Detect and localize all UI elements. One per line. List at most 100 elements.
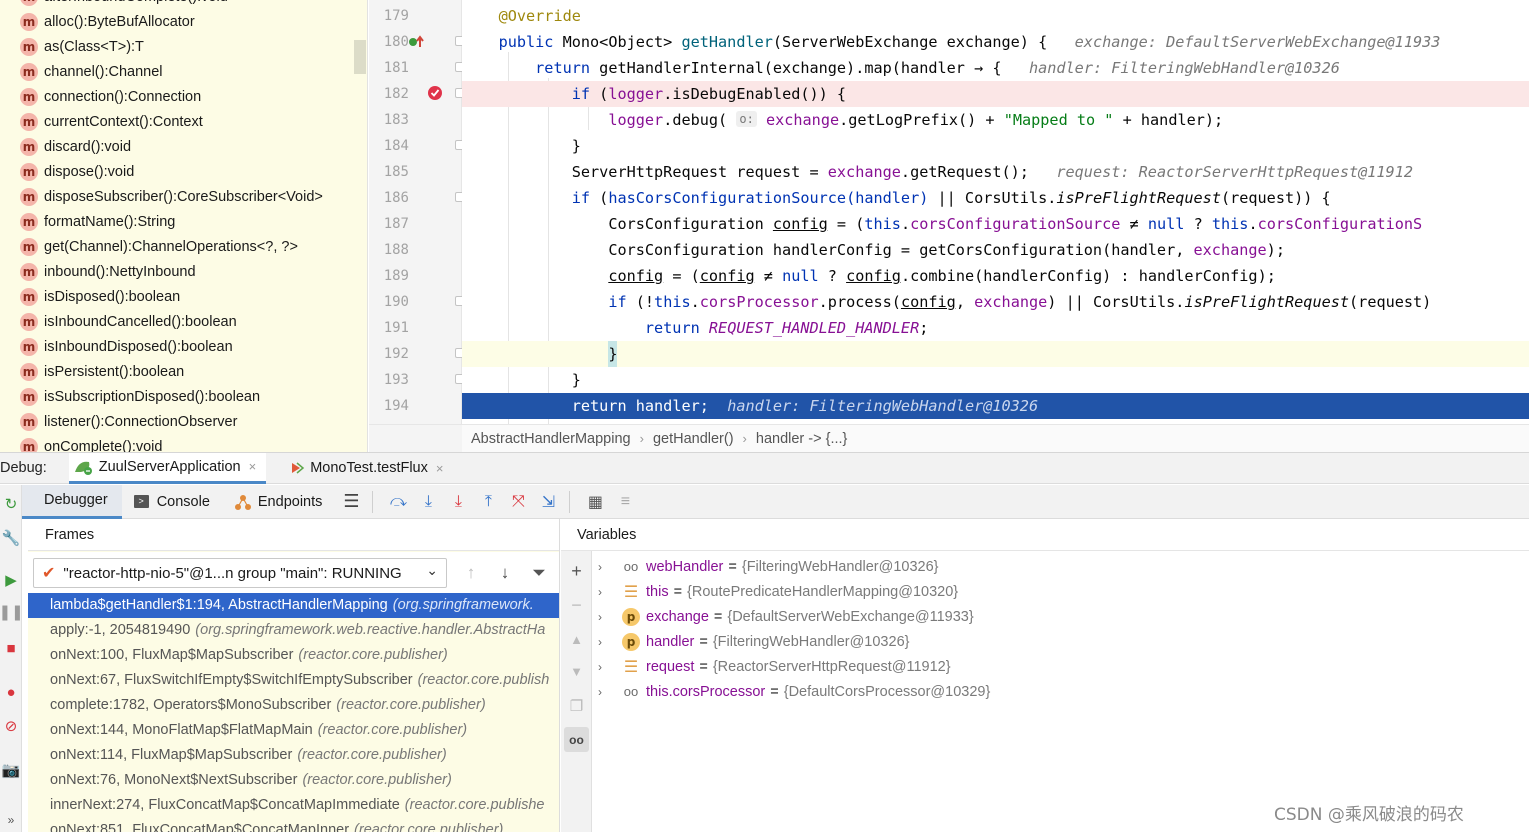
breadcrumb-method[interactable]: getHandler() [653,431,734,447]
equals-sign: = [770,683,779,700]
breadcrumb-class[interactable]: AbstractHandlerMapping [471,431,631,447]
structure-item[interactable]: m formatName():String [0,209,352,234]
run-to-cursor-icon[interactable]: ⇲ [535,489,561,515]
structure-item-label: formatName():String [44,213,176,230]
breakpoint-icon[interactable] [427,85,443,101]
line-number: 183 [383,112,409,128]
variable-row[interactable]: › p exchange = {DefaultServerWebExchange@119… [592,604,974,629]
evaluate-expression-icon[interactable]: ▦ [582,489,608,515]
rerun-icon[interactable]: ↻ [2,495,20,513]
frame-row[interactable]: onNext:144, MonoFlatMap$FlatMapMain (reac… [28,718,559,743]
structure-item[interactable]: m channel():Channel [0,59,352,84]
close-icon[interactable]: × [249,459,257,474]
structure-item[interactable]: m alloc():ByteBufAllocator [0,9,352,34]
chevron-right-icon: › [639,431,644,446]
structure-item[interactable]: m onComplete():void [0,434,352,452]
code-editor[interactable]: @Override public Mono<Object> getHandler… [462,0,1529,424]
tab-endpoints[interactable]: Endpoints [222,485,335,519]
line-number: 189 [383,268,409,284]
editor-gutter[interactable]: 179 180 181 182 183 184 185 186 187 188 … [369,0,465,424]
equals-sign: = [713,608,723,625]
view-breakpoints-icon[interactable]: ● [2,683,20,701]
pause-icon[interactable]: ❚❚ [0,603,24,621]
close-icon[interactable]: × [436,461,444,476]
scrollbar-thumb[interactable] [354,40,366,74]
arrow-down-icon[interactable]: ↓ [494,562,516,584]
duplicate-icon[interactable]: ❐ [564,693,589,718]
frame-row[interactable]: apply:-1, 2054819490 (org.springframework… [28,618,559,643]
frame-row[interactable]: innerNext:274, FluxConcatMap$ConcatMapIm… [28,793,559,818]
tab-console[interactable]: > Console [122,485,222,519]
structure-item[interactable]: m dispose():void [0,159,352,184]
tab-mono-test[interactable]: MonoTest.testFlux × [284,453,453,484]
move-up-icon[interactable]: ▲ [564,627,589,652]
chevron-right-icon[interactable]: › [598,610,612,624]
tab-zuul-server-application[interactable]: ZuulServerApplication × [68,452,267,484]
frame-package: (reactor.core.publish [417,672,550,688]
step-into-icon[interactable]: ⤓ [445,489,471,515]
menu-icon[interactable]: ☰ [338,489,364,515]
structure-item[interactable]: m isSubscriptionDisposed():boolean [0,384,352,409]
structure-item[interactable]: m currentContext():Context [0,109,352,134]
variable-row[interactable]: › oo this.corsProcessor = {DefaultCorsProces… [592,679,990,704]
structure-item[interactable]: m connection():Connection [0,84,352,109]
frame-method: lambda$getHandler$1:194, AbstractHandler… [50,597,388,613]
method-icon: m [20,112,38,131]
stop-icon[interactable]: ■ [2,639,20,657]
structure-item[interactable]: m as(Class<T>):T [0,34,352,59]
variable-row[interactable]: › p handler = {FilteringWebHandler@10326} [592,629,909,654]
wrench-icon[interactable]: 🔧 [2,529,21,547]
step-over-icon[interactable]: ⤓ [415,489,441,515]
frame-package: (reactor.core.publishe [404,797,545,813]
structure-item[interactable]: m isPersistent():boolean [0,359,352,384]
method-icon: m [20,412,38,431]
arrow-up-icon[interactable]: ↑ [460,562,482,584]
line-number: 194 [383,398,409,414]
line-number: 190 [383,294,409,310]
breadcrumb-lambda[interactable]: handler -> {...} [756,431,848,447]
step-out-icon[interactable]: ⤒ [475,489,501,515]
structure-item[interactable]: m isInboundCancelled():boolean [0,309,352,334]
frame-row[interactable]: onNext:76, MonoNext$NextSubscriber (react… [28,768,559,793]
frame-row[interactable]: onNext:851, FluxConcatMap$ConcatMapInner… [28,818,559,832]
remove-watch-icon[interactable]: − [564,593,589,618]
chevron-right-icon[interactable]: › [598,585,612,599]
show-watches-icon[interactable]: oo [564,727,589,752]
thread-dropdown[interactable]: ✔ "reactor-http-nio-5"@1...n group "main… [33,558,447,588]
variable-row[interactable]: › oo webHandler = {FilteringWebHandler@10326… [592,554,939,579]
filter-icon[interactable]: ⏷ [528,562,550,584]
move-down-icon[interactable]: ▼ [564,659,589,684]
override-method-icon[interactable] [408,34,426,50]
chevron-right-icon[interactable]: › [598,635,612,649]
drop-frame-icon[interactable]: ⤧ [505,489,531,515]
frame-row-selected[interactable]: lambda$getHandler$1:194, AbstractHandler… [28,593,559,618]
frame-row[interactable]: onNext:100, FluxMap$MapSubscriber (reacto… [28,643,559,668]
frame-row[interactable]: complete:1782, Operators$MonoSubscriber(… [28,693,559,718]
show-execution-point-icon[interactable]: ⤼ [385,489,411,515]
camera-icon[interactable]: 📷 [2,761,21,779]
mute-breakpoints-icon[interactable]: ⊘ [2,717,20,735]
code-line-189: config = (config ≠ null ? config.combine… [608,267,1276,285]
trace-icon[interactable]: ≡ [612,489,638,515]
tab-debugger[interactable]: Debugger [22,484,122,519]
structure-item[interactable]: m afterInboundComplete():void [0,0,352,9]
expand-more-icon[interactable]: » [2,811,20,829]
resume-icon[interactable]: ▶ [2,571,20,589]
chevron-right-icon[interactable]: › [598,685,612,699]
variable-row[interactable]: › ☰ request = {ReactorServerHttpRequest@1191… [592,654,951,679]
chevron-right-icon[interactable]: › [598,560,612,574]
structure-item[interactable]: m isDisposed():boolean [0,284,352,309]
frame-row[interactable]: onNext:67, FluxSwitchIfEmpty$SwitchIfEmp… [28,668,559,693]
structure-item[interactable]: m inbound():NettyInbound [0,259,352,284]
structure-item[interactable]: m isInboundDisposed():boolean [0,334,352,359]
variable-row[interactable]: › ☰ this = {RoutePredicateHandlerMapping@103… [592,579,958,604]
add-watch-icon[interactable]: + [564,559,589,584]
method-icon: m [20,37,38,56]
chevron-right-icon[interactable]: › [598,660,612,674]
structure-item[interactable]: m listener():ConnectionObserver [0,409,352,434]
structure-item[interactable]: m discard():void [0,134,352,159]
structure-item[interactable]: m disposeSubscriber():CoreSubscriber<Void… [0,184,352,209]
structure-item[interactable]: m get(Channel):ChannelOperations<?, ?> [0,234,352,259]
frame-row[interactable]: onNext:114, FluxMap$MapSubscriber (reacto… [28,743,559,768]
frame-method: onNext:851, FluxConcatMap$ConcatMapInner [50,822,350,832]
